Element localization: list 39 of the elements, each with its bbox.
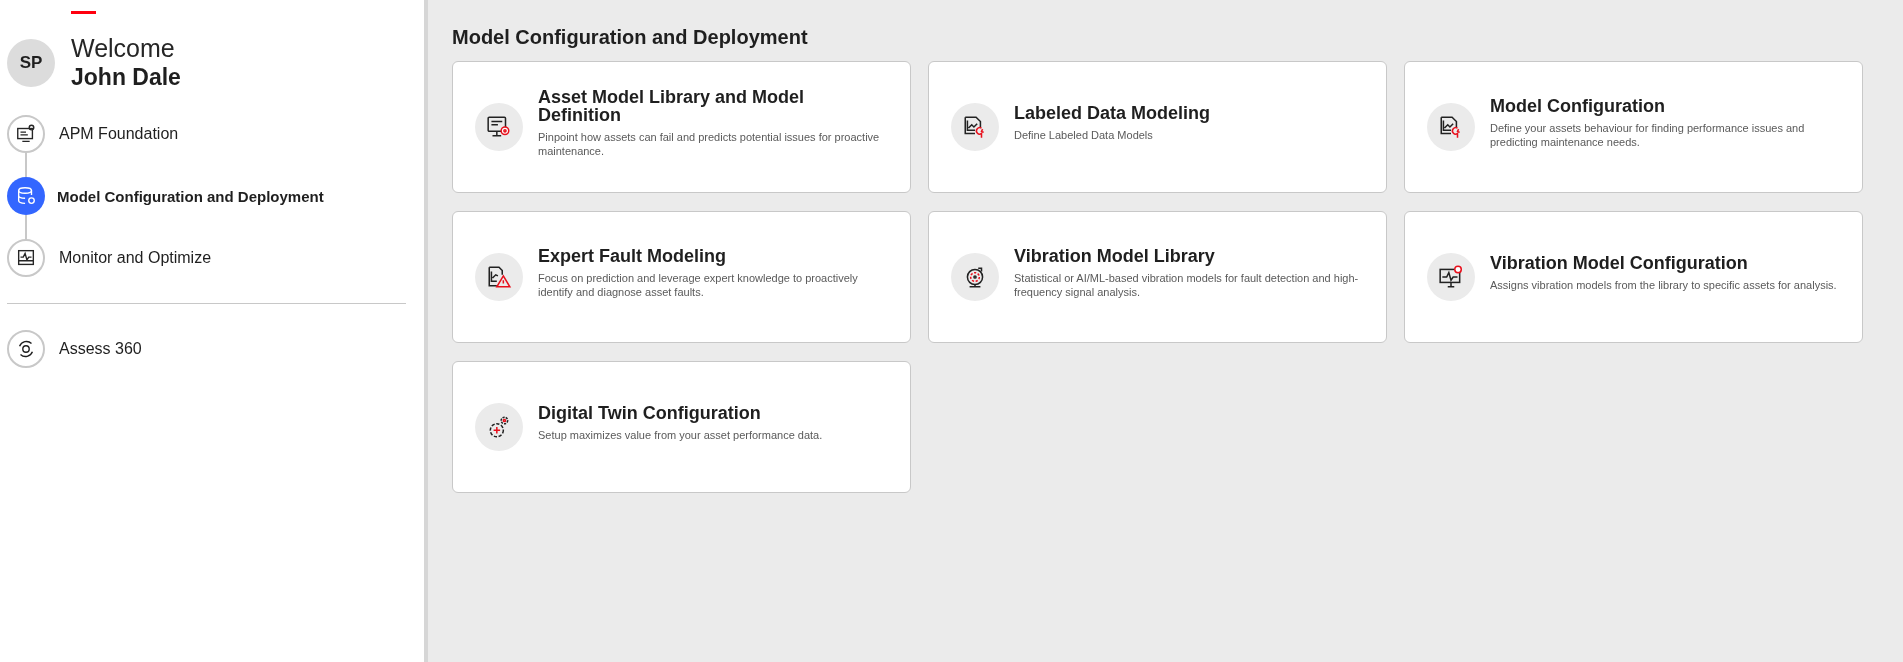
accent-bar	[71, 11, 96, 14]
user-avatar: SP	[7, 38, 55, 87]
step-indicator[interactable]	[7, 239, 45, 277]
card-description: Assigns vibration models from the library to specific assets for analysis.	[1490, 278, 1837, 292]
module-card[interactable]: Model Configuration Define your assets behaviour for finding performance issues and predicting maintenance needs.	[1404, 61, 1863, 193]
card-title: Digital Twin Configuration	[538, 404, 762, 422]
page-title: Model Configuration and Deployment	[452, 26, 809, 49]
card-description: Setup maximizes value from your asset performance data.	[538, 428, 823, 442]
module-card[interactable]: Asset Model Library and Model Definition Pinpoint how assets can fail and predicts potential issues for proactive maintenance.	[452, 61, 911, 193]
card-title: Model Configuration	[1490, 97, 1666, 115]
card-title: Vibration Model Library	[1014, 247, 1216, 265]
monitor-pulse-icon	[1438, 264, 1464, 290]
step-connector	[25, 153, 27, 177]
user-name: John Dale	[71, 63, 181, 91]
card-description: Pinpoint how assets can fail and predicts potential issues for proactive maintenance.	[538, 130, 881, 158]
step-indicator[interactable]	[7, 115, 45, 153]
link-indicator[interactable]	[7, 330, 45, 368]
module-card[interactable]: Labeled Data Modeling Define Labeled Data Models	[928, 61, 1387, 193]
chart-warning-icon	[486, 264, 512, 290]
card-description: Define Labeled Data Models	[1014, 128, 1154, 142]
module-card[interactable]: Vibration Model Configuration Assigns vibration models from the library to specific assets for analysis.	[1404, 211, 1863, 343]
monitor-gear-icon	[15, 123, 37, 145]
module-card[interactable]: Expert Fault Modeling Focus on prediction and leverage expert knowledge to proactively identify and diagnose asset faults.	[452, 211, 911, 343]
card-title: Vibration Model Configuration	[1490, 254, 1749, 272]
step-label[interactable]: APM Foundation	[59, 125, 179, 143]
step-label[interactable]: Monitor and Optimize	[59, 249, 212, 267]
card-description: Statistical or AI/ML-based vibration models for fault detection and high-frequency signal analysis.	[1014, 271, 1360, 299]
card-title: Expert Fault Modeling	[538, 247, 727, 265]
card-description: Define your assets behaviour for finding performance issues and predicting maintenance needs.	[1490, 121, 1806, 149]
module-card[interactable]: Digital Twin Configuration Setup maximizes value from your asset performance data.	[452, 361, 911, 493]
nav-link[interactable]: Assess 360	[59, 340, 142, 358]
welcome-text: Welcome	[71, 34, 176, 63]
database-icon	[15, 185, 37, 207]
card-title: Asset Model Library and Model Definition	[538, 88, 806, 124]
card-title: Labeled Data Modeling	[1014, 104, 1211, 122]
card-description: Focus on prediction and leverage expert knowledge to proactively identify and diagnose asset faults.	[538, 271, 859, 299]
step-connector	[25, 215, 27, 239]
module-card[interactable]: Vibration Model Library Statistical or AI/ML-based vibration models for fault detection and high-frequency signal analysis.	[928, 211, 1387, 343]
step-label[interactable]: Model Configuration and Deployment	[57, 187, 324, 205]
